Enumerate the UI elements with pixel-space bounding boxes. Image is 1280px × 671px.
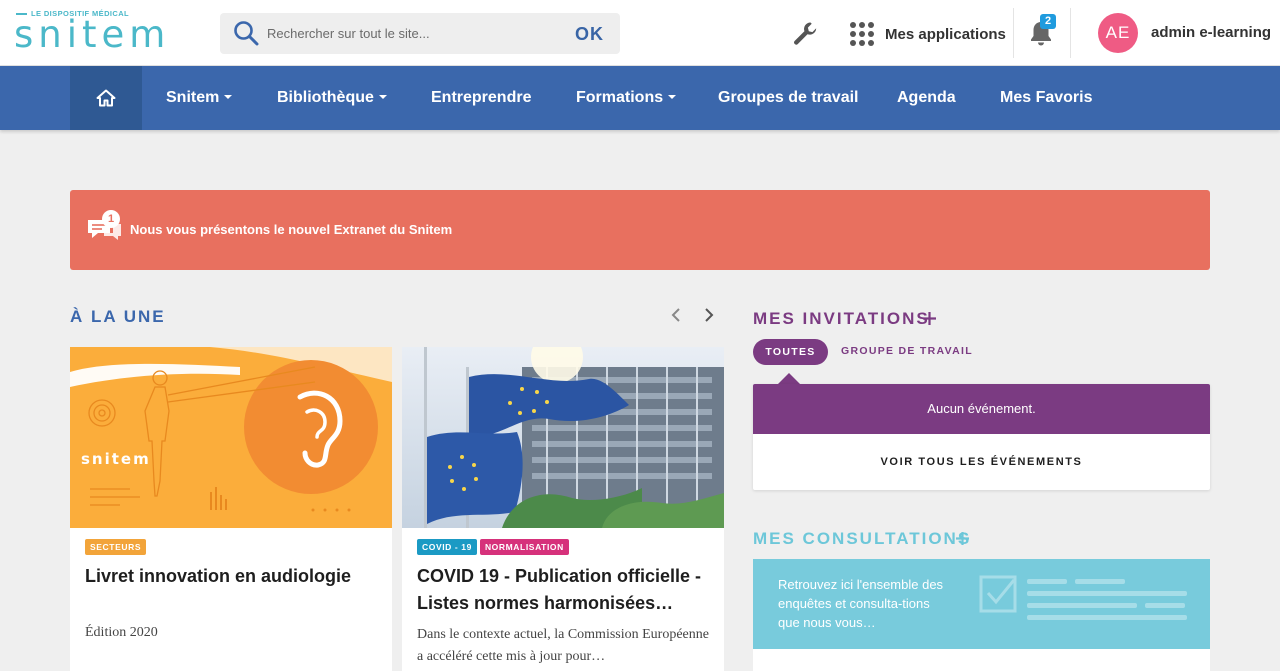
nav-item-formations[interactable]: Formations — [576, 66, 677, 130]
home-icon — [96, 89, 116, 107]
card-image — [402, 347, 724, 528]
nav-item-entreprendre[interactable]: Entreprendre — [431, 66, 531, 130]
card-tags: COVID - 19 NORMALISATION — [417, 539, 569, 555]
apps-grid-icon — [850, 22, 874, 46]
wrench-icon[interactable] — [792, 20, 819, 47]
card-title[interactable]: COVID 19 - Publication officielle - List… — [417, 563, 712, 617]
nav-item-groupes-de-travail[interactable]: Groupes de travail — [718, 66, 859, 130]
logo-wordmark: snitem — [14, 13, 171, 56]
tag-badge[interactable]: COVID - 19 — [417, 539, 477, 555]
carousel-next-icon[interactable] — [701, 305, 717, 325]
user-avatar[interactable]: AE — [1098, 13, 1138, 53]
consultations-panel[interactable]: Retrouvez ici l'ensemble des enquêtes et… — [753, 559, 1210, 649]
news-card[interactable]: COVID - 19 NORMALISATION COVID 19 - Publ… — [402, 347, 724, 671]
chevron-down-icon — [378, 94, 387, 99]
search-input[interactable] — [267, 13, 557, 54]
plus-icon[interactable] — [922, 311, 937, 326]
no-events-message: Aucun événement. — [753, 384, 1210, 434]
card-excerpt: Dans le contexte actuel, la Commission E… — [417, 627, 709, 664]
search-submit-button[interactable]: OK — [575, 24, 604, 45]
card-title[interactable]: Livret innovation en audiologie — [85, 563, 380, 590]
top-header: LE DISPOSITIF MÉDICAL snitem OK Mes appl… — [0, 0, 1280, 66]
chevron-down-icon — [668, 94, 677, 99]
announcement-banner[interactable]: Nous vous présentons le nouvel Extranet … — [70, 190, 1210, 270]
nav-label: Formations — [576, 89, 664, 106]
see-all-events-link[interactable]: VOIR TOUS LES ÉVÉNEMENTS — [753, 434, 1210, 490]
plus-icon[interactable] — [955, 531, 970, 546]
snitem-logo[interactable]: LE DISPOSITIF MÉDICAL snitem — [14, 9, 189, 55]
carousel-prev-icon[interactable] — [668, 305, 684, 325]
card-image-logo-text: snitem — [81, 450, 151, 468]
divider — [1070, 8, 1071, 58]
section-title-mes-invitations: MES INVITATIONS — [753, 309, 930, 328]
nav-home-button[interactable] — [70, 66, 142, 130]
filter-tab-toutes[interactable]: TOUTES — [753, 339, 828, 365]
nav-item-mes-favoris[interactable]: Mes Favoris — [1000, 66, 1092, 130]
search-bar: OK — [220, 13, 620, 54]
tag-badge[interactable]: SECTEURS — [85, 539, 147, 555]
nav-label: Groupes de travail — [718, 89, 859, 106]
checklist-icon — [979, 575, 1187, 620]
divider — [1013, 8, 1014, 58]
active-tab-pointer — [778, 373, 800, 384]
nav-label: Agenda — [897, 89, 956, 106]
notification-count-badge: 2 — [1040, 14, 1056, 29]
main-navigation: Snitem Bibliothèque Entreprendre Formati… — [0, 66, 1280, 130]
my-applications-menu[interactable]: Mes applications — [850, 21, 1006, 47]
apps-label: Mes applications — [885, 25, 1006, 43]
news-card[interactable]: snitem SECTEURS Livret innovation en aud… — [70, 347, 392, 671]
card-tags: SECTEURS — [85, 539, 147, 555]
announcement-count-badge: 1 — [102, 210, 120, 228]
search-icon[interactable] — [233, 20, 259, 46]
filter-tab-groupe-de-travail[interactable]: GROUPE DE TRAVAIL — [841, 345, 973, 357]
section-title-a-la-une: À LA UNE — [70, 307, 166, 326]
consultations-panel-footer — [753, 649, 1210, 671]
chevron-down-icon — [224, 94, 233, 99]
card-image: snitem — [70, 347, 392, 528]
nav-item-agenda[interactable]: Agenda — [897, 66, 956, 130]
user-name[interactable]: admin e-learning — [1151, 24, 1271, 41]
consultations-description: Retrouvez ici l'ensemble des enquêtes et… — [778, 577, 944, 630]
nav-item-bibliotheque[interactable]: Bibliothèque — [277, 66, 387, 130]
announcement-text: Nous vous présentons le nouvel Extranet … — [130, 222, 453, 237]
invitations-panel: Aucun événement. VOIR TOUS LES ÉVÉNEMENT… — [753, 384, 1210, 490]
nav-label: Snitem — [166, 89, 220, 106]
nav-label: Bibliothèque — [277, 89, 374, 106]
nav-label: Mes Favoris — [1000, 89, 1093, 106]
nav-label: Entreprendre — [431, 89, 532, 106]
nav-item-snitem[interactable]: Snitem — [166, 66, 233, 130]
tag-badge[interactable]: NORMALISATION — [479, 539, 569, 555]
card-edition: Édition 2020 — [85, 625, 158, 640]
section-title-mes-consultations: MES CONSULTATIONS — [753, 529, 972, 548]
